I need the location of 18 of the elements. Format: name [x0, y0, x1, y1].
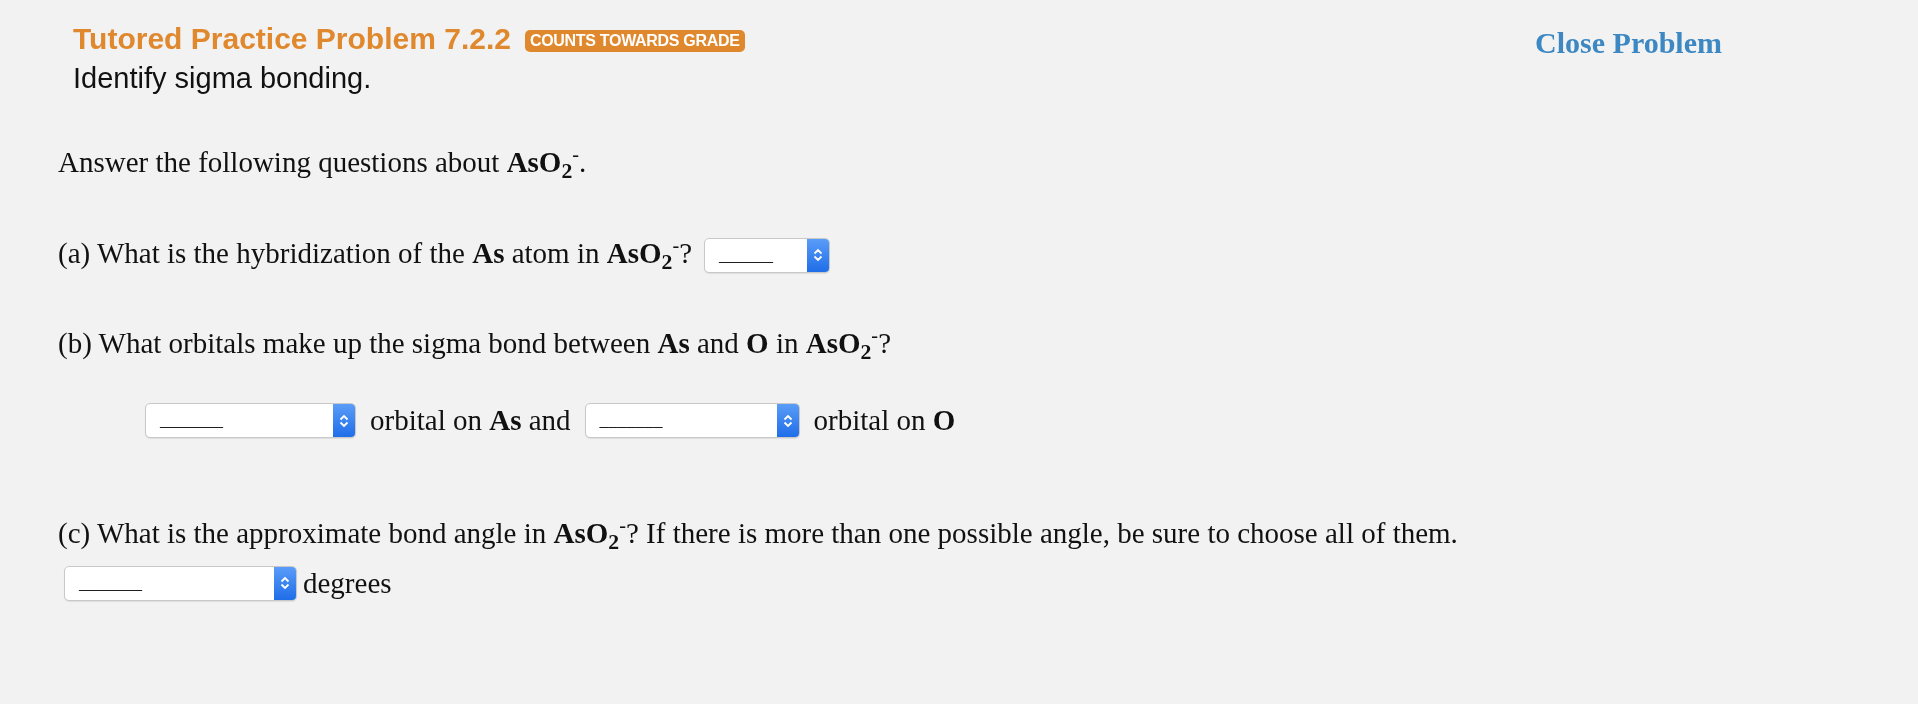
chevron-up-down-icon — [280, 576, 290, 591]
label-text: orbital on As and — [370, 404, 571, 438]
label-text: degrees — [303, 566, 392, 600]
chevron-up-down-icon — [782, 413, 793, 428]
dropdown-select[interactable]: ______ — [704, 237, 831, 273]
question-text: (b) What orbitals make up the sigma bond between As and O in AsO$_{2}$$^{-}$? — [58, 323, 891, 366]
label-text: orbital on O — [813, 404, 956, 438]
question-text: (c) What is the approximate bond angle in AsO$_{2}$$^{-}$? If there is more than one possible angle, be sure to choose all of them. — [58, 514, 1458, 556]
grade-badge: COUNTS TOWARDS GRADE — [524, 30, 745, 52]
chevron-up-down-icon — [339, 413, 349, 428]
problem-subtitle: Identify sigma bonding. — [73, 62, 373, 95]
problem-title: Tutored Practice Problem 7.2.2 — [73, 22, 511, 56]
question-text: (a) What is the hybridization of the As atom in AsO$_{2}$$^{-}$? — [58, 234, 693, 276]
dropdown-select[interactable]: _______ — [145, 403, 356, 439]
chevron-up-down-icon — [813, 248, 824, 263]
intro-text: Answer the following questions about AsO$_{2}$$^{-}$. — [58, 143, 588, 185]
dropdown-select[interactable]: _______ — [64, 565, 297, 601]
dropdown-select[interactable]: _______ — [584, 403, 800, 439]
